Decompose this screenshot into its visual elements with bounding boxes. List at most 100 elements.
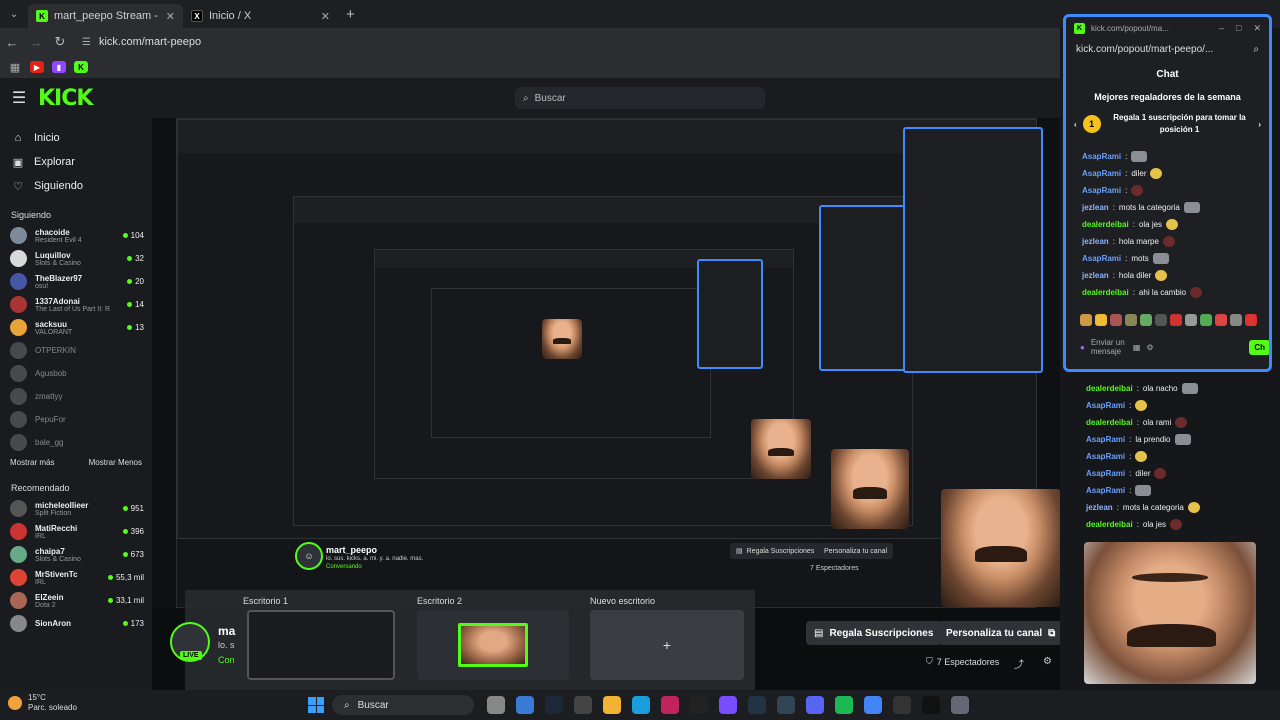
customize-channel-button[interactable]: Personaliza tu canal ⧉ bbox=[938, 621, 1064, 645]
sidebar-item-siguiendo[interactable]: ♡ Siguiendo bbox=[0, 174, 152, 198]
emote-icon[interactable] bbox=[1125, 314, 1137, 326]
twitch-bookmark-icon[interactable]: ▮ bbox=[52, 61, 66, 73]
sidebar-recommended-row[interactable]: MatiRecchi IRL 396 bbox=[0, 520, 152, 543]
gift-icon[interactable]: ▦ bbox=[1133, 343, 1141, 352]
tab-search-icon[interactable]: ⌄ bbox=[0, 0, 28, 28]
site-info-icon[interactable]: ☰ bbox=[82, 37, 91, 48]
sidebar-channel-row[interactable]: TheBlazer97 osu! 20 bbox=[0, 270, 152, 293]
edge-icon[interactable] bbox=[632, 696, 650, 714]
emote-icon[interactable] bbox=[1215, 314, 1227, 326]
youtube-bookmark-icon[interactable]: ▶ bbox=[30, 61, 44, 73]
chat-username[interactable]: jezlean bbox=[1082, 237, 1109, 246]
files-icon[interactable] bbox=[574, 696, 592, 714]
sidebar-channel-row[interactable]: Luquillov Slots & Casino 32 bbox=[0, 247, 152, 270]
emote-icon[interactable] bbox=[1200, 314, 1212, 326]
spotify-icon[interactable] bbox=[835, 696, 853, 714]
new-desktop-button[interactable]: + bbox=[590, 610, 744, 680]
chevron-left-icon[interactable]: ‹ bbox=[1074, 120, 1077, 129]
tab-x-home[interactable]: X Inicio / X ✕ bbox=[183, 4, 338, 28]
zoom-icon[interactable]: ⌕ bbox=[1253, 44, 1259, 55]
sidebar-channel-row-offline[interactable]: PepuFor bbox=[0, 408, 152, 431]
copilot2-icon[interactable] bbox=[719, 696, 737, 714]
menu-icon[interactable]: ☰ bbox=[0, 88, 38, 108]
app3-icon[interactable] bbox=[893, 696, 911, 714]
close-tab-icon[interactable]: ✕ bbox=[321, 10, 330, 23]
close-tab-icon[interactable]: ✕ bbox=[166, 10, 175, 23]
emoji-icon[interactable]: ● bbox=[1080, 343, 1085, 352]
share-icon[interactable]: ⤴ bbox=[1014, 656, 1024, 671]
chat-username[interactable]: AsapRami bbox=[1086, 401, 1125, 410]
chat-username[interactable]: AsapRami bbox=[1086, 469, 1125, 478]
settings-icon[interactable] bbox=[951, 696, 969, 714]
show-less-button[interactable]: Mostrar Menos bbox=[89, 458, 142, 467]
chat-username[interactable]: dealerdeibai bbox=[1086, 520, 1133, 529]
emote-icon[interactable] bbox=[1170, 314, 1182, 326]
sidebar-recommended-row[interactable]: MrStivenTc IRL 55,3 mil bbox=[0, 566, 152, 589]
chat-username[interactable]: dealerdeibai bbox=[1082, 288, 1129, 297]
sidebar-recommended-row[interactable]: micheleollieer Split Fiction 951 bbox=[0, 497, 152, 520]
emote-icon[interactable] bbox=[1155, 314, 1167, 326]
copilot-icon[interactable] bbox=[516, 696, 534, 714]
minimize-icon[interactable]: – bbox=[1219, 23, 1224, 34]
chat-username[interactable]: AsapRami bbox=[1086, 452, 1125, 461]
settings-icon[interactable]: ⚙ bbox=[1146, 343, 1153, 352]
sidebar-recommended-row[interactable]: chaipa7 Slots & Casino 673 bbox=[0, 543, 152, 566]
app2-icon[interactable] bbox=[690, 696, 708, 714]
weather-widget[interactable]: 15°C Parc. soleado bbox=[8, 693, 77, 713]
sidebar-item-inicio[interactable]: ⌂ Inicio bbox=[0, 126, 152, 150]
sidebar-item-explorar[interactable]: ▣ Explorar bbox=[0, 150, 152, 174]
sidebar-recommended-row[interactable]: SionAron 173 bbox=[0, 612, 152, 635]
chat-username[interactable]: jezlean bbox=[1086, 503, 1113, 512]
sidebar-recommended-row[interactable]: ElZeein Dota 2 33,1 mil bbox=[0, 589, 152, 612]
chat-username[interactable]: jezlean bbox=[1082, 271, 1109, 280]
chat-username[interactable]: AsapRami bbox=[1086, 486, 1125, 495]
sidebar-channel-row-offline[interactable]: OTPERKIN bbox=[0, 339, 152, 362]
reload-icon[interactable]: ↻ bbox=[48, 34, 72, 50]
sidebar-channel-row[interactable]: sacksuu VALORANT 13 bbox=[0, 316, 152, 339]
streamer-name-large[interactable]: ma bbox=[218, 624, 235, 638]
emote-icon[interactable] bbox=[1185, 314, 1197, 326]
chevron-right-icon[interactable]: › bbox=[1258, 120, 1261, 129]
kick-logo[interactable]: KICK bbox=[38, 86, 93, 111]
chat-username[interactable]: dealerdeibai bbox=[1086, 384, 1133, 393]
emote-icon[interactable] bbox=[1245, 314, 1257, 326]
app-icon[interactable] bbox=[661, 696, 679, 714]
tab-kick-stream[interactable]: K mart_peepo Stream - Watch Li ✕ bbox=[28, 4, 183, 28]
chat-username[interactable]: AsapRami bbox=[1082, 254, 1121, 263]
emote-icon[interactable] bbox=[1110, 314, 1122, 326]
emote-icon[interactable] bbox=[1095, 314, 1107, 326]
new-tab-icon[interactable]: + bbox=[346, 6, 355, 23]
chat-username[interactable]: AsapRami bbox=[1082, 152, 1121, 161]
sidebar-channel-row-offline[interactable]: zmattyy bbox=[0, 385, 152, 408]
sidebar-channel-row-offline[interactable]: bale_gg bbox=[0, 431, 152, 454]
search-input[interactable]: ⌕ Buscar bbox=[515, 87, 765, 109]
sidebar-channel-row[interactable]: chacoide Resident Evil 4 104 bbox=[0, 224, 152, 247]
popout-url-bar[interactable]: kick.com/popout/mart-peepo/... ⌕ bbox=[1066, 39, 1269, 59]
emote-icon[interactable] bbox=[1140, 314, 1152, 326]
folder-icon[interactable] bbox=[603, 696, 621, 714]
chat-input[interactable]: ● Enviar un mensaje ▦ ⚙ Ch bbox=[1080, 335, 1269, 359]
chrome-icon[interactable] bbox=[864, 696, 882, 714]
chat-username[interactable]: dealerdeibai bbox=[1086, 418, 1133, 427]
sidebar-channel-row[interactable]: 1337Adonai The Last of Us Part II: R 14 bbox=[0, 293, 152, 316]
forward-icon[interactable]: → bbox=[24, 35, 48, 50]
app4-icon[interactable] bbox=[922, 696, 940, 714]
steam3-icon[interactable] bbox=[777, 696, 795, 714]
stream-player[interactable] bbox=[152, 118, 1060, 608]
chat-username[interactable]: jezlean bbox=[1082, 203, 1109, 212]
chat-username[interactable]: AsapRami bbox=[1086, 435, 1125, 444]
chat-username[interactable]: AsapRami bbox=[1082, 169, 1121, 178]
windows-start-icon[interactable] bbox=[308, 697, 324, 713]
steam-icon[interactable] bbox=[545, 696, 563, 714]
url-field[interactable]: ☰ kick.com/mart-peepo bbox=[82, 36, 201, 48]
steam2-icon[interactable] bbox=[748, 696, 766, 714]
gift-subscriptions-button[interactable]: ▤ Regala Suscripciones bbox=[806, 621, 942, 645]
gift-prompt[interactable]: Regala 1 suscripción para tomar la posic… bbox=[1107, 112, 1253, 136]
options-icon[interactable]: ⚙ bbox=[1043, 656, 1052, 667]
kick-bookmark-icon[interactable]: K bbox=[74, 61, 88, 73]
emote-icon[interactable] bbox=[1230, 314, 1242, 326]
discord-icon[interactable] bbox=[806, 696, 824, 714]
desktop-1-thumbnail[interactable] bbox=[247, 610, 395, 680]
maximize-icon[interactable]: □ bbox=[1236, 23, 1241, 34]
sidebar-channel-row-offline[interactable]: Agusbob bbox=[0, 362, 152, 385]
